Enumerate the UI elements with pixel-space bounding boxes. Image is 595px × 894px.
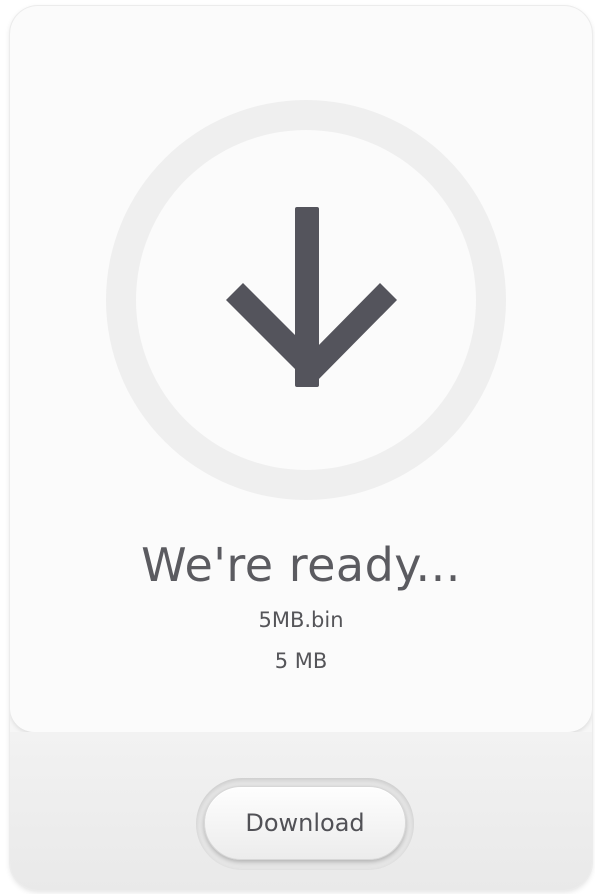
action-bar: Download [10, 732, 592, 890]
file-size: 5 MB [274, 649, 328, 673]
download-button[interactable]: Download [204, 786, 406, 860]
arrow-down-icon [106, 100, 506, 500]
file-name: 5MB.bin [258, 608, 344, 632]
status-title: We're ready... [141, 538, 461, 592]
download-button-well: Download [196, 778, 414, 870]
download-card: We're ready... 5MB.bin 5 MB Download [10, 6, 592, 890]
file-info-panel: We're ready... 5MB.bin 5 MB [10, 6, 592, 732]
